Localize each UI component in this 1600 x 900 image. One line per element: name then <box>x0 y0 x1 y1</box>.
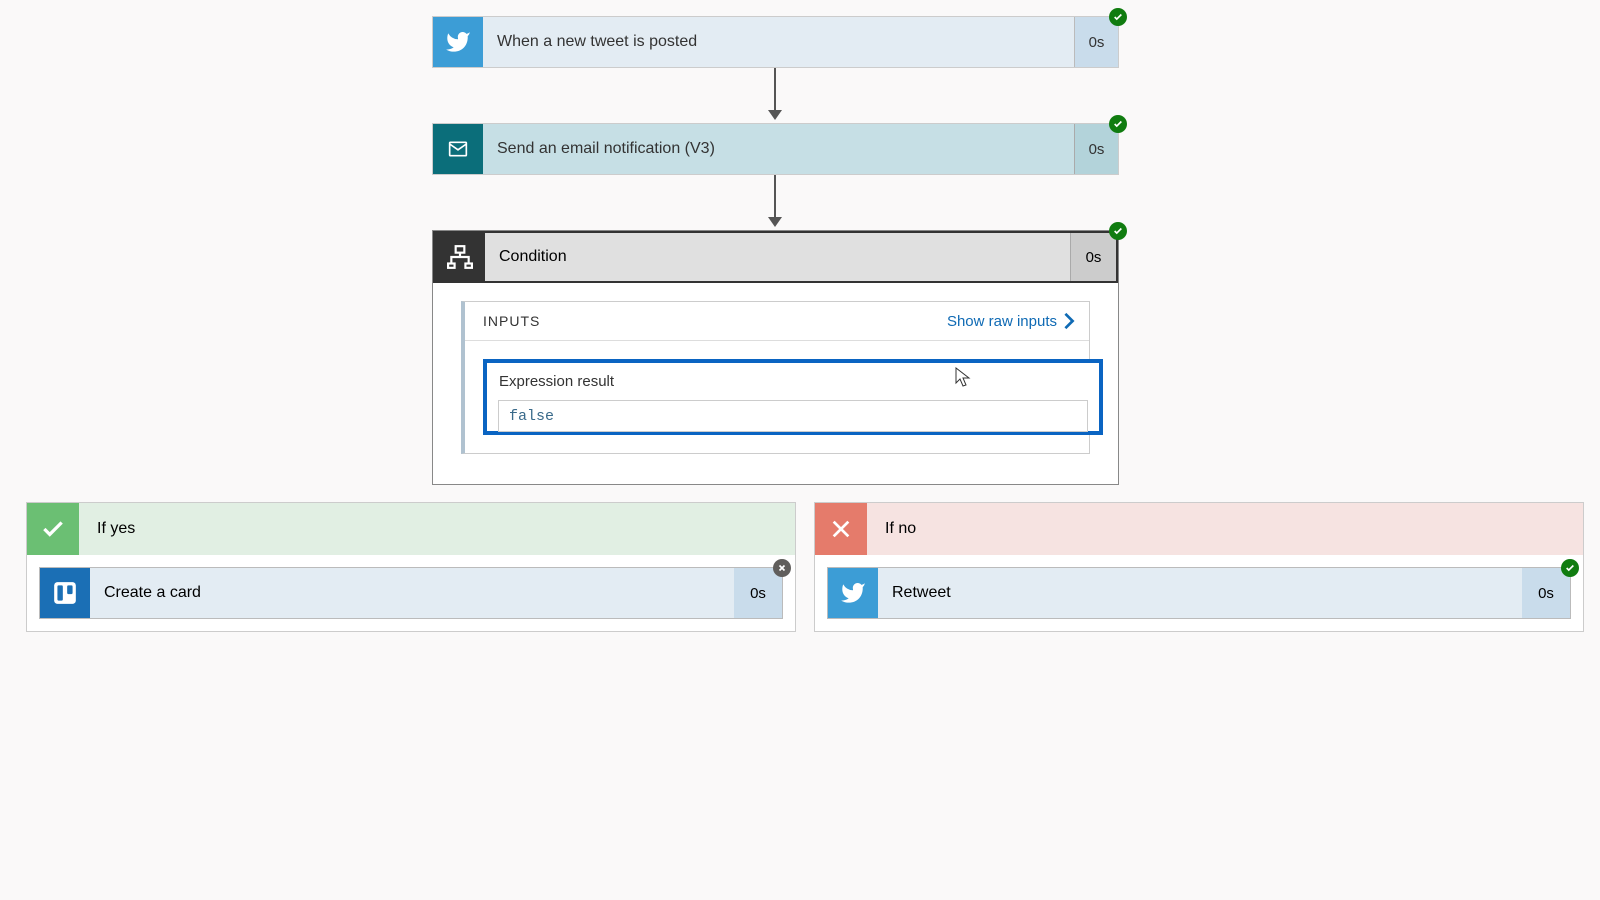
inputs-title: INPUTS <box>483 313 540 329</box>
status-success-icon <box>1109 222 1127 240</box>
expression-value: false <box>509 408 554 425</box>
flow-step-trigger[interactable]: When a new tweet is posted 0s <box>432 16 1119 68</box>
action-duration: 0s <box>1522 568 1570 618</box>
status-skipped-icon <box>773 559 791 577</box>
trello-icon <box>40 568 90 618</box>
expression-result-box: Expression result false <box>483 359 1075 435</box>
close-icon <box>815 503 867 555</box>
check-icon <box>27 503 79 555</box>
step-duration: 0s <box>1070 233 1116 281</box>
step-label: When a new tweet is posted <box>483 17 1074 67</box>
step-duration: 0s <box>1074 17 1118 67</box>
action-label: Create a card <box>90 568 734 618</box>
flow-arrow <box>768 175 782 227</box>
show-raw-inputs-link[interactable]: Show raw inputs <box>947 312 1075 330</box>
status-success-icon <box>1109 115 1127 133</box>
chevron-right-icon <box>1063 312 1075 330</box>
flow-arrow <box>768 68 782 120</box>
branch-label: If yes <box>79 503 795 555</box>
twitter-icon <box>828 568 878 618</box>
branch-header-yes: If yes <box>27 503 795 555</box>
step-duration: 0s <box>1074 124 1118 174</box>
flow-step-email[interactable]: Send an email notification (V3) 0s <box>432 123 1119 175</box>
condition-header[interactable]: Condition 0s <box>433 231 1118 283</box>
expression-label: Expression result <box>499 373 1087 390</box>
branch-header-no: If no <box>815 503 1583 555</box>
twitter-icon <box>433 17 483 67</box>
condition-body: INPUTS Show raw inputs Expression result… <box>433 283 1118 484</box>
show-raw-label: Show raw inputs <box>947 313 1057 330</box>
branch-label: If no <box>867 503 1583 555</box>
action-create-card[interactable]: Create a card 0s <box>39 567 783 619</box>
branch-if-yes[interactable]: If yes Create a card 0s <box>26 502 796 632</box>
branch-if-no[interactable]: If no Retweet 0s <box>814 502 1584 632</box>
email-icon <box>433 124 483 174</box>
inputs-panel: INPUTS Show raw inputs Expression result… <box>461 301 1090 454</box>
inputs-header: INPUTS Show raw inputs <box>465 302 1089 341</box>
status-success-icon <box>1561 559 1579 577</box>
action-label: Retweet <box>878 568 1522 618</box>
condition-icon <box>435 233 485 281</box>
flow-step-condition[interactable]: Condition 0s INPUTS Show raw inputs Expr… <box>432 230 1119 485</box>
action-retweet[interactable]: Retweet 0s <box>827 567 1571 619</box>
step-label: Condition <box>485 233 1070 281</box>
step-label: Send an email notification (V3) <box>483 124 1074 174</box>
action-duration: 0s <box>734 568 782 618</box>
expression-highlight: Expression result false <box>483 359 1103 435</box>
status-success-icon <box>1109 8 1127 26</box>
